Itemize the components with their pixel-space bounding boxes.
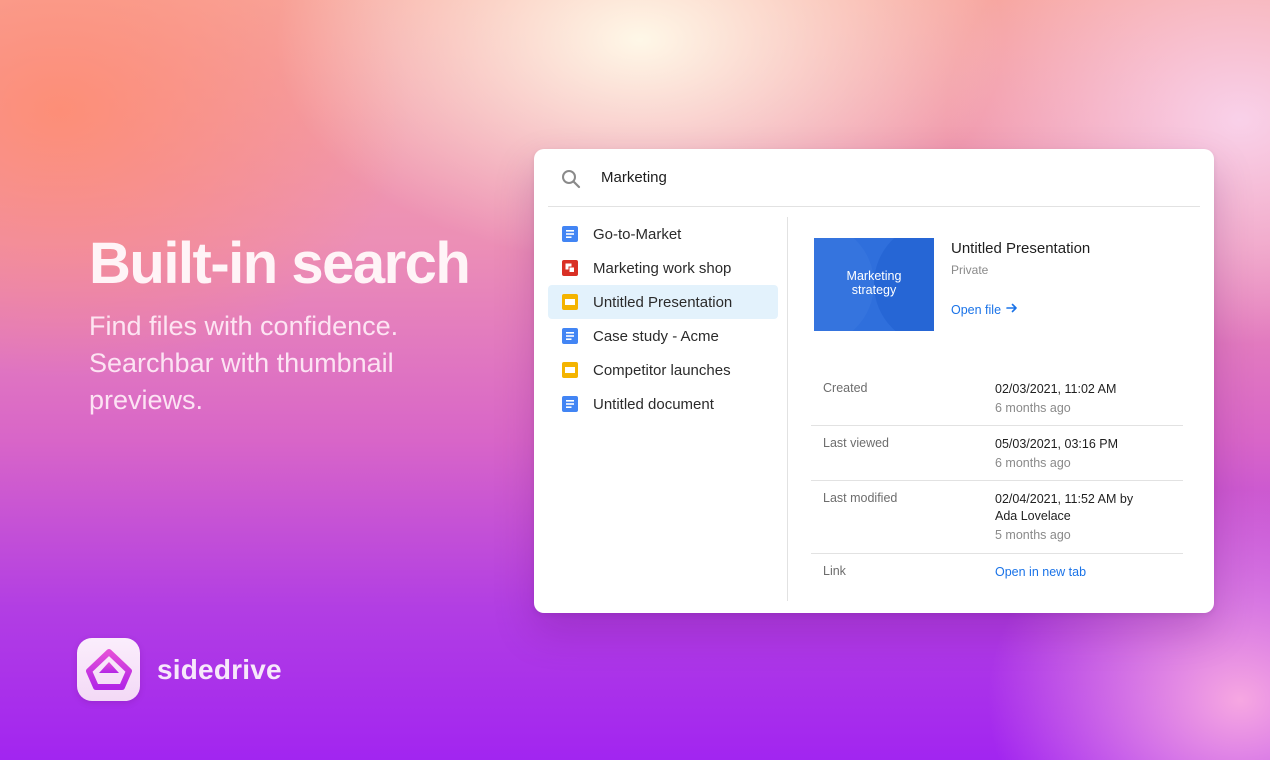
list-item[interactable]: Marketing work shop — [548, 251, 778, 285]
viewed-relative: 6 months ago — [995, 456, 1071, 470]
thumbnail-caption-line: Marketing — [846, 269, 902, 283]
meta-label: Link — [823, 564, 846, 578]
created-relative: 6 months ago — [995, 401, 1071, 415]
meta-row-created: Created 02/03/2021, 11:02 AM 6 months ag… — [811, 371, 1183, 426]
hero-title: Built-in search — [89, 231, 471, 296]
meta-row-modified: Last modified 02/04/2021, 11:52 AM by Ad… — [811, 481, 1183, 554]
list-item-selected[interactable]: Untitled Presentation — [548, 285, 778, 319]
meta-value: 05/03/2021, 03:16 PM 6 months ago — [995, 436, 1118, 472]
thumbnail-caption: Marketing strategy — [814, 269, 934, 297]
file-thumbnail[interactable]: Marketing strategy — [814, 238, 934, 331]
hero: Built-in search Find files with confiden… — [89, 232, 509, 419]
list-item[interactable]: Go-to-Market — [548, 217, 778, 251]
search-input[interactable]: Marketing — [601, 169, 667, 186]
meta-row-viewed: Last viewed 05/03/2021, 03:16 PM 6 month… — [811, 426, 1183, 481]
hero-subtitle-line: Find files with confidence. — [89, 311, 399, 341]
modified-relative: 5 months ago — [995, 528, 1071, 542]
list-item[interactable]: Competitor launches — [548, 353, 778, 387]
list-item-label: Untitled document — [593, 396, 714, 413]
thumbnail-caption-line: strategy — [851, 283, 897, 297]
file-metadata: Created 02/03/2021, 11:02 AM 6 months ag… — [811, 371, 1183, 594]
search-bar[interactable]: Marketing — [548, 149, 1200, 207]
visibility-label: Private — [951, 263, 989, 277]
list-item-label: Case study - Acme — [593, 328, 719, 345]
preview-title: Untitled Presentation — [951, 240, 1091, 257]
meta-value: 02/03/2021, 11:02 AM 6 months ago — [995, 381, 1116, 417]
meta-label: Last viewed — [823, 436, 890, 450]
sidedrive-logo-icon — [77, 638, 140, 701]
list-item-label: Marketing work shop — [593, 260, 732, 277]
red-file-icon — [562, 260, 578, 276]
meta-value: Open in new tab — [995, 564, 1086, 581]
list-item-label: Go-to-Market — [593, 226, 682, 243]
hero-subtitle-line: Searchbar with thumbnail — [89, 348, 394, 378]
open-file-link[interactable]: Open file — [951, 302, 1018, 317]
slides-icon — [562, 294, 578, 310]
open-file-label: Open file — [951, 302, 1002, 317]
meta-value: 02/04/2021, 11:52 AM by Ada Lovelace 5 m… — [995, 491, 1133, 544]
meta-label: Last modified — [823, 491, 898, 505]
meta-row-link: Link Open in new tab — [811, 554, 1183, 594]
brand-name: sidedrive — [157, 653, 282, 685]
hero-subtitle: Find files with confidence. Searchbar wi… — [89, 308, 449, 419]
open-in-new-tab-link[interactable]: Open in new tab — [995, 565, 1086, 579]
modified-by: Ada Lovelace — [995, 509, 1071, 523]
docs-icon — [562, 328, 578, 344]
list-item[interactable]: Case study - Acme — [548, 319, 778, 353]
list-item-label: Untitled Presentation — [593, 294, 733, 311]
arrow-right-icon — [1006, 302, 1018, 317]
docs-icon — [562, 396, 578, 412]
docs-icon — [562, 226, 578, 242]
list-item-label: Competitor launches — [593, 362, 731, 379]
created-date: 02/03/2021, 11:02 AM — [995, 382, 1117, 396]
slides-icon — [562, 362, 578, 378]
list-item[interactable]: Untitled document — [548, 387, 778, 421]
results-list: Go-to-Market Marketing work shop Untitle… — [548, 217, 778, 421]
search-panel: Marketing Go-to-Market Marketing work sh… — [534, 149, 1214, 613]
meta-label: Created — [823, 381, 868, 395]
modified-date: 02/04/2021, 11:52 AM by — [995, 492, 1134, 506]
search-icon — [561, 169, 581, 189]
brand: sidedrive — [77, 638, 282, 701]
hero-subtitle-line: previews. — [89, 385, 204, 415]
divider — [787, 217, 788, 601]
viewed-date: 05/03/2021, 03:16 PM — [995, 437, 1119, 451]
